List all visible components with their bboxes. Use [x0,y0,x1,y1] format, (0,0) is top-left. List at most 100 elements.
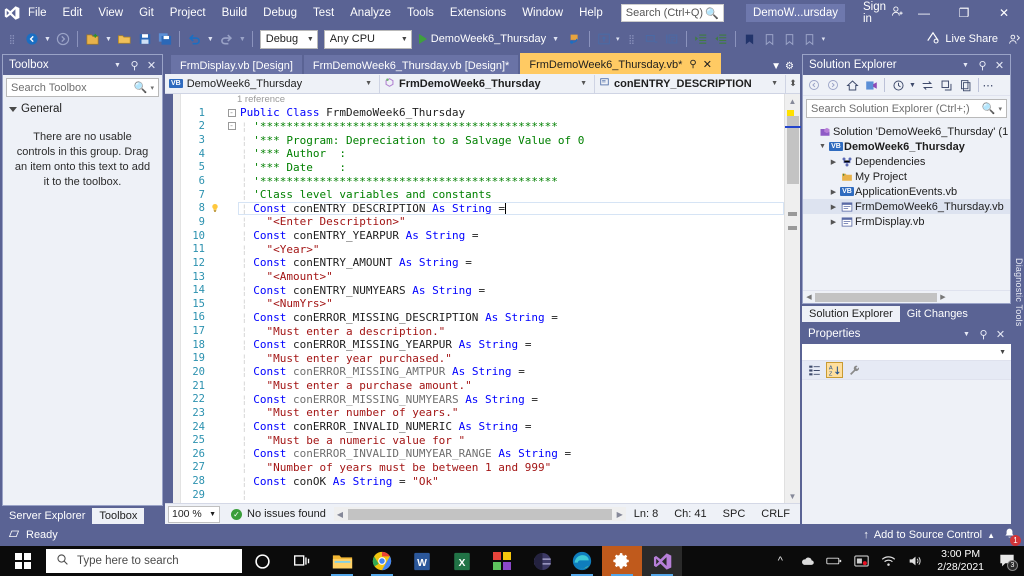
se-pin-icon[interactable]: ⚲ [975,57,990,73]
tree-item[interactable]: ▶ FrmDemoWeek6_Thursday.vb [803,199,1010,214]
live-share-button[interactable]: Live Share [926,31,1004,48]
menu-analyze[interactable]: Analyze [342,3,399,23]
volume-icon[interactable] [902,546,928,576]
lightbulb-icon[interactable] [209,203,221,213]
se-overflow-icon[interactable]: ⋯ [983,76,994,94]
doc-tab-frmdemoweek6-code[interactable]: FrmDemoWeek6_Thursday.vb* ⚲ ✕ [520,53,721,74]
code-line[interactable]: 6 ¦ '************************************… [181,174,784,188]
categorized-view-icon[interactable] [806,362,823,378]
menu-project[interactable]: Project [162,3,214,23]
sign-in-button[interactable]: Sign in [863,1,904,25]
se-close-icon[interactable]: ✕ [992,57,1007,73]
tree-item[interactable]: ▼ VB DemoWeek6_Thursday [803,139,1010,154]
alphabetical-view-icon[interactable]: AZ [826,362,843,378]
props-pin-icon[interactable]: ⚲ [976,326,991,342]
codelens-reference[interactable]: 1 reference [237,94,285,105]
redo-dropdown-icon[interactable]: ▼ [237,36,248,43]
code-line[interactable]: 16 ¦ Const conERROR_MISSING_DESCRIPTION A… [181,311,784,325]
code-line[interactable]: 4 ¦ '*** Author : [181,147,784,161]
solution-tree-hscroll[interactable]: ◀ ▶ [803,290,1010,303]
undo-dropdown-icon[interactable]: ▼ [205,36,216,43]
wifi-icon[interactable] [875,546,901,576]
tab-server-explorer[interactable]: Server Explorer [2,508,92,524]
notifications-button[interactable]: 1 [1003,527,1021,546]
close-button[interactable]: ✕ [984,0,1024,26]
code-line[interactable]: 22 ¦ Const conERROR_MISSING_NUMYEARS As S… [181,392,784,406]
se-collapse-all-icon[interactable] [956,76,974,94]
code-line[interactable]: 14 ¦ Const conENTRY_NUMYEARS As String = [181,283,784,297]
close-tab-icon[interactable]: ✕ [703,58,712,71]
issues-indicator[interactable]: ✓ No issues found [223,508,326,520]
edge-icon[interactable] [562,546,602,576]
code-line[interactable]: 8 ¦ Const conENTRY_DESCRIPTION As String … [181,201,784,215]
code-line[interactable]: 17 ¦ "Must enter a description." [181,324,784,338]
code-line[interactable]: 18 ¦ Const conERROR_MISSING_YEARPUR As St… [181,338,784,352]
code-line[interactable]: 24 ¦ Const conERROR_INVALID_NUMERIC As St… [181,420,784,434]
scroll-left-arrow-icon[interactable]: ◀ [803,293,815,301]
chevron-down-icon[interactable]: ▾ [147,84,154,92]
open-file-button[interactable] [114,28,135,50]
visual-studio-icon[interactable] [642,546,682,576]
code-line[interactable]: 23 ¦ "Must enter number of years." [181,406,784,420]
preview-selected-items-button[interactable] [594,28,614,50]
pin-tab-icon[interactable]: ⚲ [689,59,696,70]
taskbar-clock[interactable]: 3:00 PM 2/28/2021 [929,548,992,574]
expander-icon[interactable]: ▶ [828,158,839,166]
navbar-type-combo[interactable]: FrmDemoWeek6_Thursday ▼ [380,74,595,93]
fold-toggle-icon[interactable]: - [225,122,238,131]
cortana-icon[interactable] [242,546,282,576]
task-view-icon[interactable] [282,546,322,576]
next-bookmark-button[interactable] [780,28,800,50]
toolbox-group-general[interactable]: General [3,100,162,118]
editor-vertical-scrollbar[interactable]: ▲ ▼ [784,94,801,503]
chrome-icon[interactable] [362,546,402,576]
code-line[interactable]: 13 ¦ "<Amount>" [181,270,784,284]
menu-window[interactable]: Window [514,3,571,23]
toolbox-close-icon[interactable]: ✕ [144,57,159,73]
code-line[interactable]: 21 ¦ "Must enter a purchase amount." [181,379,784,393]
editor-horizontal-scrollbar[interactable]: ◀ ▶ [333,507,626,521]
menu-file[interactable]: File [20,3,55,23]
restore-button[interactable]: ❐ [944,0,984,26]
show-hidden-icons-icon[interactable]: ^ [767,546,793,576]
se-sync-with-document-icon[interactable] [918,76,936,94]
toggle-bookmark-button[interactable] [740,28,760,50]
code-text-area[interactable]: 1 reference 1 - Public Class FrmDemoWeek6_… [181,94,784,503]
navigate-forward-button[interactable] [53,28,73,50]
tab-solution-explorer[interactable]: Solution Explorer [802,306,900,322]
scroll-left-arrow-icon[interactable]: ◀ [334,510,346,519]
save-all-button[interactable] [155,28,175,50]
taskbar-search-input[interactable]: Type here to search [46,549,242,573]
new-project-button[interactable] [82,28,103,50]
expander-icon[interactable]: ▶ [828,218,839,226]
scroll-right-arrow-icon[interactable]: ▶ [614,510,626,519]
menu-view[interactable]: View [90,3,131,23]
settings-icon[interactable] [602,546,642,576]
increase-indent-button[interactable] [691,28,711,50]
scroll-right-arrow-icon[interactable]: ▶ [937,293,949,301]
excel-icon[interactable]: X [442,546,482,576]
undo-button[interactable] [184,28,205,50]
tab-git-changes[interactable]: Git Changes [900,306,975,322]
navigate-backward-button[interactable] [22,28,42,50]
code-line[interactable]: 7 ¦ 'Class level variables and constants [181,188,784,202]
uncomment-selection-button[interactable] [662,28,682,50]
code-line[interactable]: 1 - Public Class FrmDemoWeek6_Thursday [181,106,784,120]
expander-icon[interactable]: ▶ [828,203,839,211]
menu-debug[interactable]: Debug [255,3,305,23]
solution-tree[interactable]: Solution 'DemoWeek6_Thursday' (1 of ▼ VB De… [803,121,1010,290]
hot-reload-button[interactable] [565,28,585,50]
screen-recorder-icon[interactable] [848,546,874,576]
code-line[interactable]: 27 ¦ "Number of years must be between 1 a… [181,461,784,475]
clear-bookmarks-button[interactable] [800,28,820,50]
tree-item[interactable]: ▶ FrmDisplay.vb [803,214,1010,229]
toolbox-search-input[interactable]: Search Toolbox 🔍 ▾ [6,78,159,97]
navbar-project-combo[interactable]: VB DemoWeek6_Thursday ▼ [165,74,380,93]
chevron-down-icon[interactable]: ▼ [550,36,561,43]
toolbox-dropdown-icon[interactable]: ▼ [110,57,125,73]
previous-bookmark-button[interactable] [760,28,780,50]
navigate-backward-dropdown-icon[interactable]: ▼ [42,36,53,43]
comment-selection-button[interactable] [642,28,662,50]
fold-toggle-icon[interactable]: - [225,108,238,117]
toolbar-overflow-icon[interactable]: ▾ [820,35,828,43]
